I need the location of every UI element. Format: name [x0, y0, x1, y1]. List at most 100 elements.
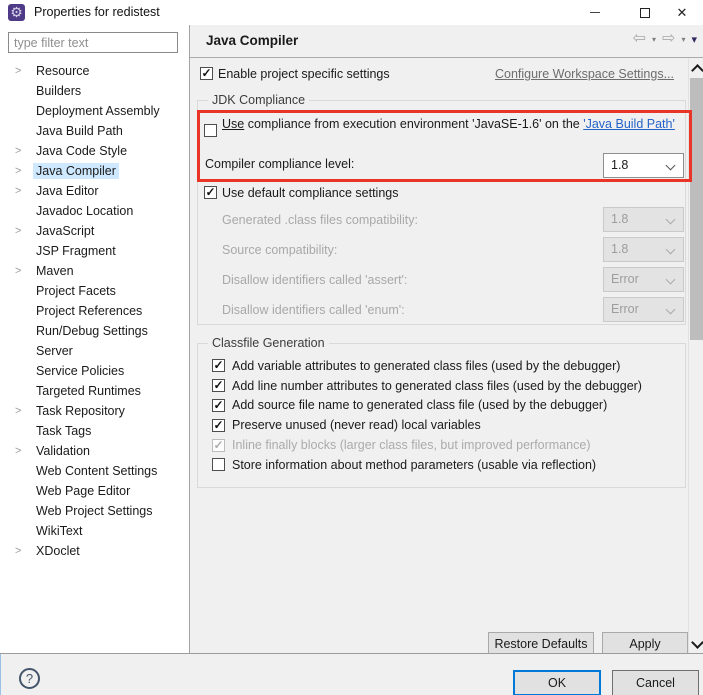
sidebar-item-web-page-editor[interactable]: >Web Page Editor	[0, 481, 189, 501]
sidebar-item-resource[interactable]: > Resource	[0, 61, 189, 81]
sidebar-item-label: Web Content Settings	[36, 464, 158, 478]
compliance-row-disallow-identifiers-called-assert: Disallow identifiers called 'assert': Err…	[222, 265, 687, 295]
check-icon: ✓	[213, 358, 224, 373]
nav-toolbar: ⇦ ▾ ⇨ ▾ ▾	[633, 30, 697, 48]
apply-button[interactable]: Apply	[602, 632, 688, 653]
expand-chevron-icon[interactable]: >	[15, 265, 33, 277]
classfile-option-label: Inline finally blocks (larger class file…	[232, 438, 591, 453]
classfile-option-label: Add variable attributes to generated cla…	[232, 358, 621, 373]
compliance-row-value: 1.8	[611, 212, 629, 226]
back-dropdown-icon[interactable]: ▾	[652, 35, 656, 44]
sidebar-item-label: Maven	[36, 264, 74, 278]
help-icon: ?	[25, 671, 34, 686]
expand-chevron-icon[interactable]: >	[15, 145, 33, 157]
sidebar-item-run-debug-settings[interactable]: >Run/Debug Settings	[0, 321, 189, 341]
sidebar-item-service-policies[interactable]: >Service Policies	[0, 361, 189, 381]
classfile-generation-group: Classfile Generation ✓ Add variable attri…	[197, 336, 686, 488]
sidebar-item-java-code-style[interactable]: > Java Code Style	[0, 141, 189, 161]
scroll-down-icon[interactable]	[691, 636, 703, 649]
use-compliance-checkbox[interactable]	[204, 124, 217, 137]
filter-input[interactable]	[8, 32, 178, 53]
sidebar-item-label: XDoclet	[36, 544, 80, 558]
expand-chevron-icon[interactable]: >	[15, 165, 33, 177]
sidebar-tree: >Resource>Builders>Deployment Assembly>J…	[0, 61, 189, 561]
sidebar-item-wikitext[interactable]: >WikiText	[0, 521, 189, 541]
check-icon: ✓	[205, 185, 216, 199]
sidebar-item-task-repository[interactable]: > Task Repository	[0, 401, 189, 421]
java-build-path-link[interactable]: 'Java Build Path'	[583, 117, 675, 131]
compliance-row-label: Generated .class files compatibility:	[222, 213, 418, 227]
compliance-row-select: 1.8	[603, 207, 684, 232]
ok-button[interactable]: OK	[513, 670, 601, 695]
classfile-option-checkbox[interactable]: ✓	[212, 397, 225, 412]
classfile-option-checkbox[interactable]: ✓	[212, 379, 225, 393]
sidebar-item-label: Java Build Path	[36, 124, 123, 138]
use-compliance-label: Use compliance from execution environmen…	[222, 116, 677, 132]
sidebar-item-label: Task Tags	[36, 424, 92, 438]
sidebar-item-deployment-assembly[interactable]: >Deployment Assembly	[0, 101, 189, 121]
sidebar-item-project-references[interactable]: >Project References	[0, 301, 189, 321]
sidebar-item-javascript[interactable]: > JavaScript	[0, 221, 189, 241]
sidebar-item-server[interactable]: >Server	[0, 341, 189, 361]
use-default-compliance-label: Use default compliance settings	[222, 186, 399, 200]
expand-chevron-icon[interactable]: >	[15, 65, 33, 77]
sidebar-item-label: Targeted Runtimes	[36, 384, 141, 398]
enable-project-settings-checkbox[interactable]: ✓	[200, 67, 213, 80]
sidebar-item-targeted-runtimes[interactable]: >Targeted Runtimes	[0, 381, 189, 401]
maximize-button[interactable]	[624, 0, 666, 25]
configure-workspace-settings-link[interactable]: Configure Workspace Settings...	[495, 67, 674, 81]
sidebar-item-label: WikiText	[36, 524, 83, 538]
sidebar-item-web-project-settings[interactable]: >Web Project Settings	[0, 501, 189, 521]
sidebar-item-task-tags[interactable]: >Task Tags	[0, 421, 189, 441]
back-icon[interactable]: ⇦	[633, 30, 646, 48]
use-default-compliance-checkbox[interactable]: ✓	[204, 186, 217, 199]
classfile-option-checkbox[interactable]	[212, 458, 225, 472]
sidebar-item-java-editor[interactable]: > Java Editor	[0, 181, 189, 201]
classfile-option-checkbox[interactable]: ✓	[212, 418, 225, 432]
restore-defaults-button[interactable]: Restore Defaults	[488, 632, 594, 653]
classfile-option-checkbox[interactable]: ✓	[212, 358, 225, 373]
expand-chevron-icon[interactable]: >	[15, 545, 33, 557]
view-menu-icon[interactable]: ▾	[691, 33, 697, 46]
vertical-scrollbar[interactable]	[688, 58, 703, 653]
expand-chevron-icon[interactable]: >	[15, 405, 33, 417]
close-button[interactable]: ✕	[661, 0, 703, 25]
sidebar-item-label: Server	[36, 344, 73, 358]
compliance-rows: Generated .class files compatibility: 1.8…	[222, 205, 687, 325]
sidebar-item-jsp-fragment[interactable]: >JSP Fragment	[0, 241, 189, 261]
cancel-button[interactable]: Cancel	[612, 670, 699, 695]
sidebar-item-label: Java Editor	[36, 184, 99, 198]
sidebar-item-label: Project References	[36, 304, 143, 318]
forward-dropdown-icon[interactable]: ▾	[681, 35, 685, 44]
scroll-up-icon[interactable]	[691, 64, 703, 77]
scrollbar-thumb[interactable]	[690, 78, 703, 340]
minimize-button[interactable]	[574, 0, 616, 25]
sidebar-item-web-content-settings[interactable]: >Web Content Settings	[0, 461, 189, 481]
use-compliance-text: compliance from execution environment 'J…	[244, 117, 584, 131]
expand-chevron-icon[interactable]: >	[15, 225, 33, 237]
sidebar-item-label: Javadoc Location	[36, 204, 134, 218]
expand-chevron-icon[interactable]: >	[15, 445, 33, 457]
sidebar-item-validation[interactable]: > Validation	[0, 441, 189, 461]
classfile-option-label: Preserve unused (never read) local varia…	[232, 418, 481, 433]
content-header: Java Compiler ⇦ ▾ ⇨ ▾ ▾	[190, 25, 703, 58]
sidebar-item-xdoclet[interactable]: > XDoclet	[0, 541, 189, 561]
sidebar-item-java-compiler[interactable]: > Java Compiler	[0, 161, 189, 181]
compliance-row-source-compatibility: Source compatibility: 1.8	[222, 235, 687, 265]
properties-dialog: ⚙ Properties for redistest ✕ >Resource>B…	[0, 0, 703, 695]
sidebar-item-java-build-path[interactable]: >Java Build Path	[0, 121, 189, 141]
sidebar-item-javadoc-location[interactable]: >Javadoc Location	[0, 201, 189, 221]
sidebar-item-project-facets[interactable]: >Project Facets	[0, 281, 189, 301]
compiler-compliance-level-select[interactable]: 1.8	[603, 153, 684, 178]
sidebar-item-builders[interactable]: >Builders	[0, 81, 189, 101]
classfile-option-inline-finally-blocks-larger-class-files: ✓ Inline finally blocks (larger class fil…	[212, 435, 682, 455]
compiler-compliance-level-label: Compiler compliance level:	[205, 157, 355, 171]
check-icon: ✓	[213, 397, 224, 412]
sidebar-item-maven[interactable]: > Maven	[0, 261, 189, 281]
help-button[interactable]: ?	[19, 668, 40, 689]
compliance-row-select: Error	[603, 297, 684, 322]
compliance-row-generated-class-files-compatibility: Generated .class files compatibility: 1.8	[222, 205, 687, 235]
forward-icon[interactable]: ⇨	[662, 30, 675, 48]
expand-chevron-icon[interactable]: >	[15, 185, 33, 197]
sidebar-item-label: JSP Fragment	[36, 244, 116, 258]
